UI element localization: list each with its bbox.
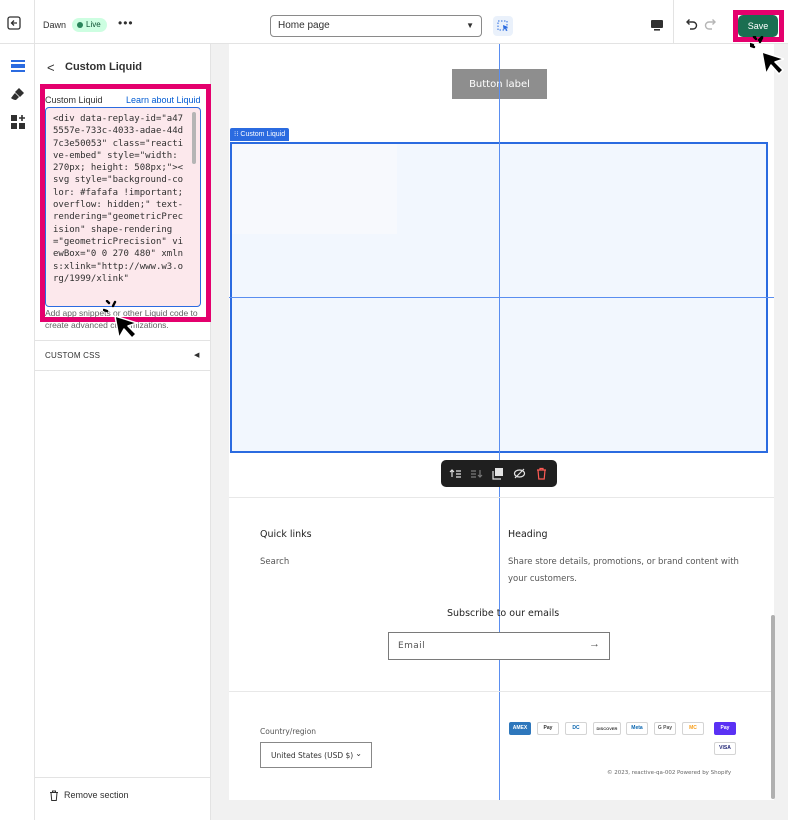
app-embeds-icon[interactable] xyxy=(10,114,26,130)
desktop-preview-icon[interactable] xyxy=(650,18,664,32)
embed-placeholder xyxy=(232,144,397,234)
redo-icon[interactable] xyxy=(704,17,718,31)
inspector-toggle-button[interactable] xyxy=(493,16,513,36)
chevron-down-icon: ⌄ xyxy=(355,749,362,758)
textarea-highlight-box xyxy=(40,84,211,322)
more-actions-button[interactable]: ••• xyxy=(118,16,134,30)
store-preview: Button label ⁝⁝ Custom Liquid Quick link… xyxy=(229,44,774,800)
arrow-right-icon[interactable]: → xyxy=(589,638,600,650)
country-select[interactable]: United States (USD $) ⌄ xyxy=(260,742,372,768)
theme-name: Dawn xyxy=(43,20,67,30)
trash-icon xyxy=(50,790,58,801)
alignment-guide-vertical xyxy=(499,44,500,800)
page-selector[interactable]: Home page ▼ xyxy=(270,15,482,37)
sidebar-rail xyxy=(0,44,35,820)
sections-icon[interactable] xyxy=(10,58,26,74)
custom-css-toggle[interactable]: CUSTOM CSS xyxy=(45,351,100,360)
country-region-label: Country/region xyxy=(260,727,317,736)
delete-icon[interactable] xyxy=(535,467,548,480)
visa-icon: VISA xyxy=(714,742,736,755)
panel-title: Custom Liquid xyxy=(65,61,142,73)
shop-pay-icon: Pay xyxy=(714,722,736,735)
back-button[interactable]: < xyxy=(47,60,55,75)
undo-icon[interactable] xyxy=(684,17,698,31)
amex-payment-icon: AMEX xyxy=(509,722,531,735)
move-down-icon[interactable] xyxy=(470,467,483,480)
hide-eye-icon[interactable] xyxy=(513,467,526,480)
footer-heading: Heading xyxy=(508,529,548,540)
search-link[interactable]: Search xyxy=(260,554,289,571)
select-element-icon xyxy=(497,20,508,32)
quick-links-heading: Quick links xyxy=(260,529,312,540)
divider xyxy=(35,370,211,371)
diners-club-icon: DC xyxy=(565,722,587,735)
meta-pay-icon: Meta xyxy=(626,722,648,735)
custom-liquid-section-tag: ⁝⁝ Custom Liquid xyxy=(230,128,290,141)
divider xyxy=(35,340,211,341)
email-placeholder: Email xyxy=(398,641,425,651)
footer-divider xyxy=(229,691,774,692)
divider xyxy=(35,777,211,778)
duplicate-icon[interactable] xyxy=(491,467,504,480)
email-input[interactable]: Email → xyxy=(388,632,610,660)
google-pay-icon: G Pay xyxy=(654,722,676,735)
top-bar: Dawn Live ••• Home page ▼ Save xyxy=(0,0,788,44)
theme-settings-brush-icon[interactable] xyxy=(10,86,26,102)
preview-scrollbar[interactable] xyxy=(771,615,775,799)
apple-pay-icon: Pay xyxy=(537,722,559,735)
exit-icon[interactable] xyxy=(7,16,21,30)
theme-editor: Dawn Live ••• Home page ▼ Save < Custom … xyxy=(0,0,788,820)
page-selector-value: Home page xyxy=(278,20,330,31)
section-toolbar xyxy=(441,460,557,487)
remove-section-button[interactable]: Remove section xyxy=(64,790,129,800)
mastercard-icon: MC xyxy=(682,722,704,735)
live-badge: Live xyxy=(72,18,107,32)
click-cursor-icon xyxy=(750,36,784,75)
section-settings-panel: < Custom Liquid Custom Liquid Learn abou… xyxy=(35,44,211,820)
click-cursor-icon xyxy=(103,300,137,339)
divider xyxy=(34,0,35,44)
divider xyxy=(673,0,674,44)
move-up-icon[interactable] xyxy=(449,467,462,480)
copyright-text: © 2023, reactive-qa-002 Powered by Shopi… xyxy=(607,770,732,776)
caret-left-icon: ◀ xyxy=(194,352,200,359)
subscribe-heading: Subscribe to our emails xyxy=(447,608,560,619)
country-value: United States (USD $) xyxy=(271,751,354,760)
caret-down-icon: ▼ xyxy=(466,21,474,30)
alignment-guide-horizontal xyxy=(229,297,774,298)
discover-icon: DISCOVER xyxy=(593,722,621,735)
footer-divider xyxy=(229,497,774,498)
footer-heading-text: Share store details, promotions, or bran… xyxy=(508,557,739,584)
